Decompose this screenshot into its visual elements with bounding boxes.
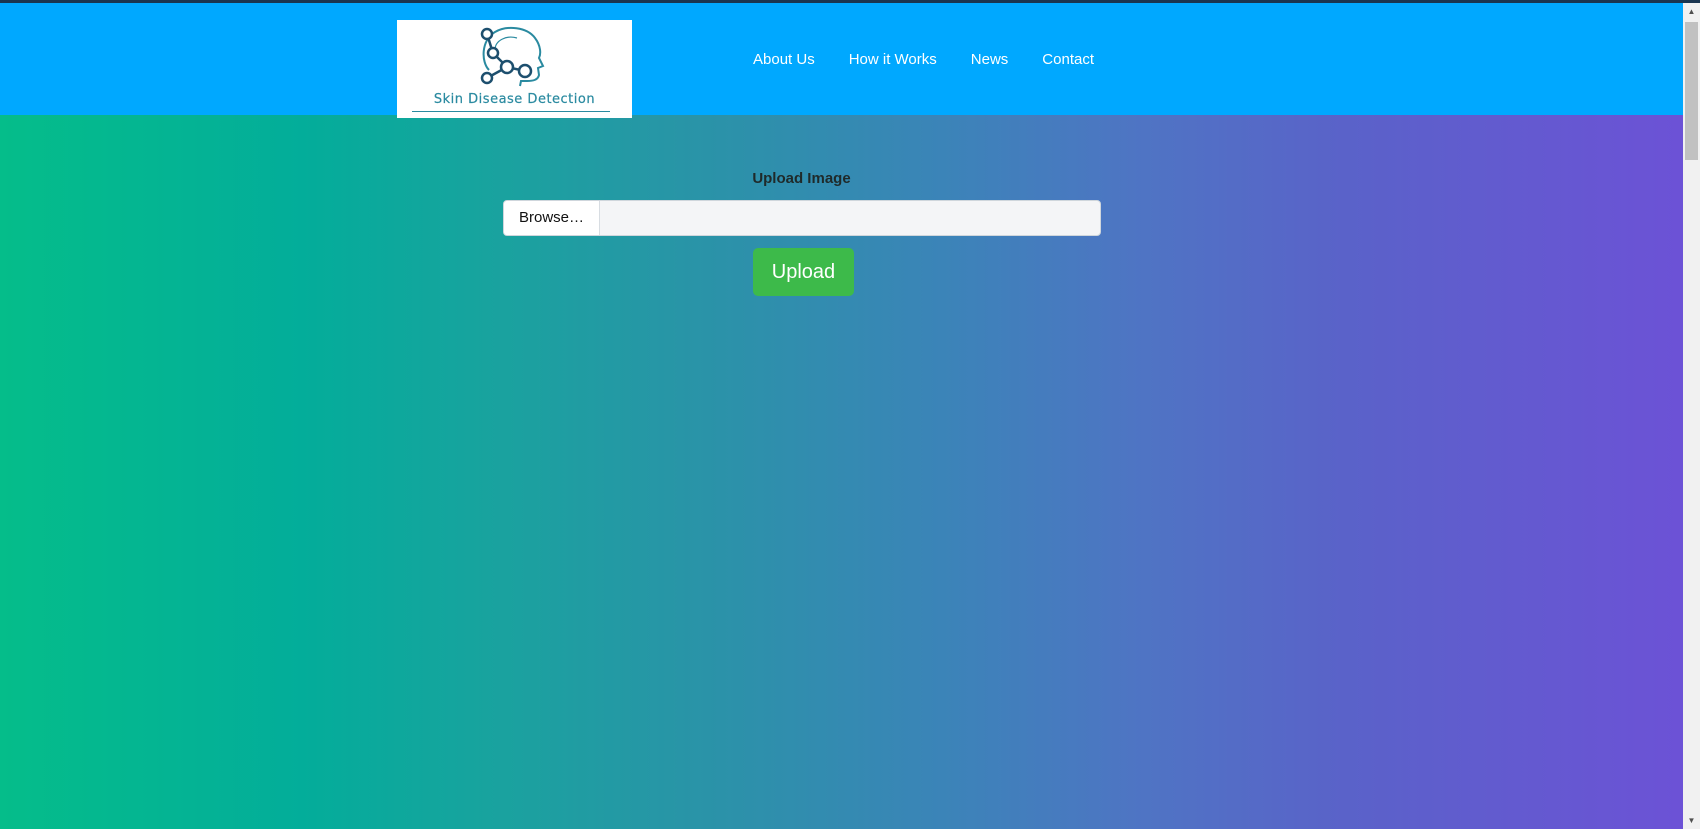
arrow-down-icon[interactable]: ▼ [1683,812,1700,829]
browse-button[interactable]: Browse… [504,201,600,235]
upload-button[interactable]: Upload [753,248,854,296]
logo-text: Skin Disease Detection [433,92,596,107]
browser-viewport: About Us How it Works News Contact Skin … [0,3,1683,829]
site-logo[interactable]: Skin Disease Detection [397,20,632,118]
scroll-thumb[interactable] [1685,22,1698,160]
nav-menu: About Us How it Works News Contact [753,51,1128,68]
nav-item-contact[interactable]: Contact [1042,51,1094,68]
nav-item-how-it-works[interactable]: How it Works [849,51,937,68]
vertical-scrollbar[interactable]: ▲ ▼ [1683,3,1700,829]
page: About Us How it Works News Contact Skin … [0,0,1700,829]
navbar: About Us How it Works News Contact [0,3,1683,115]
upload-image-label: Upload Image [752,170,851,187]
main-content: Upload Image Browse… Upload [0,115,1683,829]
nav-item-news[interactable]: News [971,51,1009,68]
logo-underline [412,111,610,112]
arrow-up-icon[interactable]: ▲ [1683,3,1700,20]
nav-item-about-us[interactable]: About Us [753,51,815,68]
file-input[interactable]: Browse… [503,200,1101,236]
